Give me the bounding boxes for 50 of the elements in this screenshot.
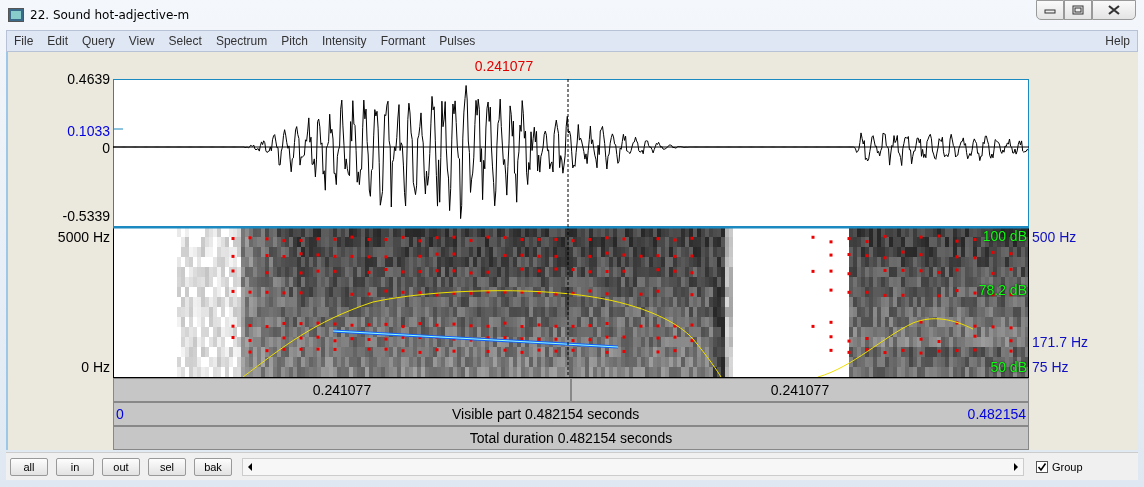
pitch-label: 171.7 Hz xyxy=(1032,334,1089,350)
intensity-label: 50 dB xyxy=(990,359,1027,375)
waveform-drawing[interactable] xyxy=(113,79,1029,227)
cursor-time: 0.241077 xyxy=(474,57,534,74)
window-title: 22. Sound hot-adjective-m xyxy=(30,8,190,22)
menu-item[interactable]: Query xyxy=(75,34,122,48)
menu-item[interactable]: Intensity xyxy=(314,34,374,48)
axis-label: 0.4639 xyxy=(67,71,110,87)
time-bar[interactable]: 0.241077 xyxy=(571,378,1029,402)
maximize-icon xyxy=(1072,5,1084,15)
intensity-label: 78.2 dB xyxy=(978,282,1027,298)
maximize-button[interactable] xyxy=(1064,0,1092,20)
axis-label: -0.5339 xyxy=(62,208,110,224)
menu-item[interactable]: Formant xyxy=(373,34,433,48)
spectrogram-drawing[interactable] xyxy=(113,227,1029,378)
pitch-label: 75 Hz xyxy=(1032,359,1069,375)
scroll-left-icon[interactable] xyxy=(246,461,254,472)
scroll-right-icon[interactable] xyxy=(1012,461,1020,472)
total-duration-bar[interactable]: Total duration 0.482154 seconds xyxy=(113,426,1029,450)
close-icon xyxy=(1107,5,1121,15)
scrollbar[interactable] xyxy=(242,457,1024,476)
pitch-label: 500 Hz xyxy=(1032,229,1077,245)
intensity-label: 100 dB xyxy=(982,228,1027,244)
start-time: 0 xyxy=(116,406,124,422)
menu-item[interactable]: View xyxy=(121,34,162,48)
menu-item[interactable]: Help xyxy=(1098,34,1137,48)
zoom-button[interactable]: all xyxy=(10,457,48,476)
menu-item[interactable]: Pulses xyxy=(432,34,483,48)
group-checkbox[interactable] xyxy=(1036,460,1048,473)
axis-label: 0.1033 xyxy=(67,123,110,139)
zoom-button[interactable]: bak xyxy=(194,457,232,476)
menu-item[interactable]: File xyxy=(7,34,41,48)
menu-item[interactable]: Pitch xyxy=(274,34,315,48)
zoom-button[interactable]: sel xyxy=(148,457,186,476)
group-label: Group xyxy=(1052,460,1083,473)
menu-item[interactable]: Spectrum xyxy=(208,34,275,48)
end-time: 0.482154 xyxy=(967,406,1026,422)
time-bar[interactable]: 0.241077 xyxy=(113,378,571,402)
axis-label: 5000 Hz xyxy=(57,229,110,245)
axis-label: 0 xyxy=(102,140,110,156)
visible-part-text: Visible part 0.482154 seconds xyxy=(452,406,640,422)
axis-label: 0 Hz xyxy=(81,359,110,375)
app-icon xyxy=(8,8,24,22)
menu-item[interactable]: Select xyxy=(161,34,209,48)
menu-item[interactable]: Edit xyxy=(40,34,76,48)
minimize-button[interactable] xyxy=(1036,0,1064,20)
close-button[interactable] xyxy=(1092,0,1136,20)
minimize-icon xyxy=(1044,6,1056,14)
zoom-button[interactable]: out xyxy=(102,457,140,476)
zoom-button[interactable]: in xyxy=(56,457,94,476)
